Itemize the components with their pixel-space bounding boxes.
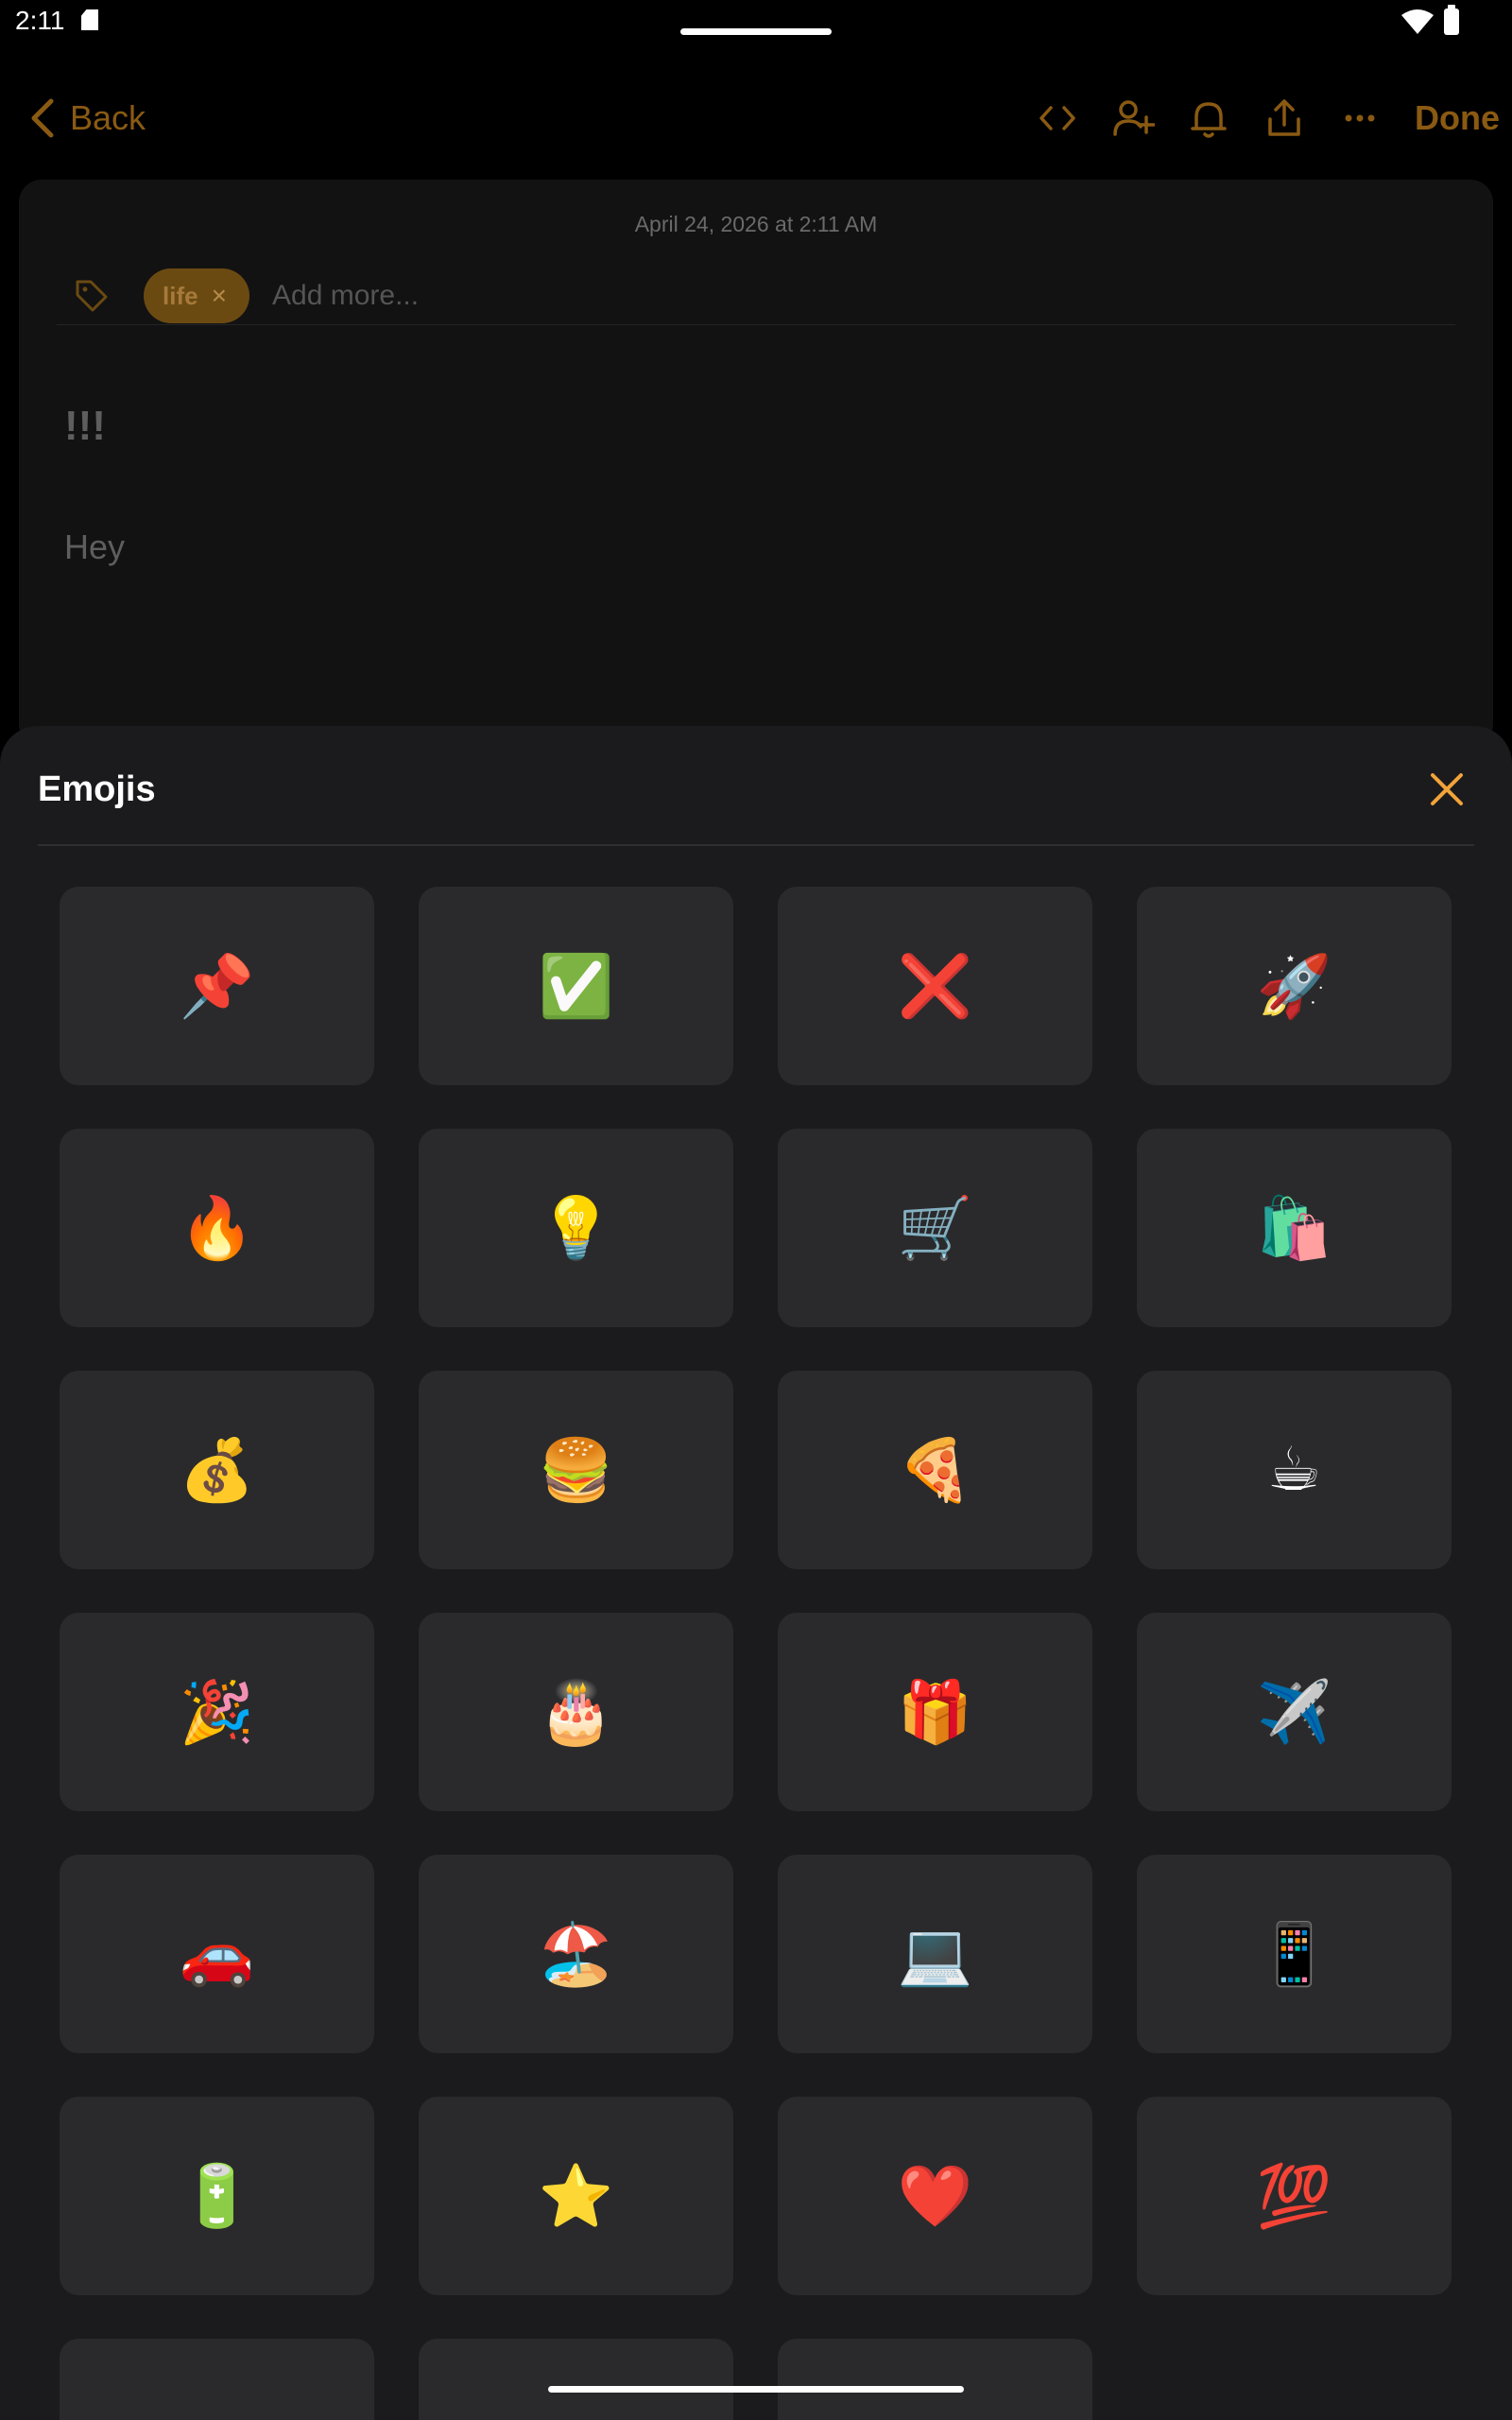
emoji-cell[interactable]: ✈️ — [1137, 1613, 1452, 1811]
wifi-icon — [1401, 9, 1434, 34]
back-label: Back — [70, 98, 146, 137]
emoji-cell[interactable]: ⭐ — [419, 2097, 733, 2295]
emoji-cell[interactable]: ✅ — [419, 887, 733, 1085]
emoji-cell[interactable]: 🍕 — [778, 1371, 1092, 1569]
done-button[interactable]: Done — [1415, 98, 1500, 138]
emoji-cell[interactable]: 💻 — [778, 1855, 1092, 2053]
emoji-cell[interactable]: 🎁 — [778, 1613, 1092, 1811]
emoji-cell[interactable]: 💡 — [419, 1129, 733, 1327]
emoji-cell[interactable]: ☕ — [1137, 1371, 1452, 1569]
home-indicator[interactable] — [548, 2386, 964, 2393]
note-toolbar: Back Done — [0, 85, 1512, 151]
share-icon[interactable] — [1263, 96, 1306, 140]
emoji-sheet: Emojis 📌 ✅ ❌ 🚀 🔥 💡 🛒 🛍️ 💰 🍔 🍕 ☕ 🎉 🎂 🎁 ✈️… — [0, 726, 1512, 2420]
emoji-cell[interactable]: 📌 — [60, 887, 374, 1085]
emoji-cell[interactable]: 🛒 — [778, 1129, 1092, 1327]
emoji-cell[interactable]: 🔋 — [60, 2097, 374, 2295]
note-date: April 24, 2026 at 2:11 AM — [634, 212, 878, 236]
emoji-grid: 📌 ✅ ❌ 🚀 🔥 💡 🛒 🛍️ 💰 🍔 🍕 ☕ 🎉 🎂 🎁 ✈️ 🚗 🏖️ 💻… — [60, 887, 1452, 2420]
emoji-cell[interactable]: 💰 — [60, 1371, 374, 1569]
tag-label: life — [163, 281, 198, 310]
battery-icon — [1444, 5, 1459, 35]
add-person-icon[interactable] — [1111, 96, 1155, 140]
add-tag-input[interactable]: Add more... — [272, 280, 419, 312]
back-button[interactable]: Back — [28, 95, 146, 142]
emoji-cell[interactable] — [60, 2339, 374, 2420]
emoji-cell[interactable]: 🛍️ — [1137, 1129, 1452, 1327]
status-bar: 2:11 — [0, 0, 1512, 47]
emoji-cell[interactable] — [778, 2339, 1092, 2420]
emoji-cell[interactable]: 🎂 — [419, 1613, 733, 1811]
more-icon[interactable] — [1338, 96, 1382, 140]
sd-card-icon — [81, 9, 98, 30]
close-icon[interactable] — [1427, 769, 1467, 809]
bell-icon[interactable] — [1187, 96, 1230, 140]
emoji-cell[interactable]: 🎉 — [60, 1613, 374, 1811]
emoji-cell[interactable]: ❤️ — [778, 2097, 1092, 2295]
emoji-cell[interactable] — [419, 2339, 733, 2420]
emoji-cell[interactable]: 📱 — [1137, 1855, 1452, 2053]
sheet-title: Emojis — [38, 769, 156, 809]
emoji-cell[interactable]: 💯 — [1137, 2097, 1452, 2295]
status-time: 2:11 — [15, 6, 65, 35]
emoji-cell[interactable]: 🚗 — [60, 1855, 374, 2053]
emoji-cell[interactable]: 🏖️ — [419, 1855, 733, 2053]
emoji-cell[interactable]: ❌ — [778, 887, 1092, 1085]
remove-tag-icon[interactable]: × — [212, 281, 227, 311]
note-card: April 24, 2026 at 2:11 AM life × Add mor… — [19, 180, 1493, 747]
window-grab-handle[interactable] — [680, 28, 832, 35]
sheet-divider — [38, 844, 1474, 846]
emoji-cell[interactable]: 🍔 — [419, 1371, 733, 1569]
code-icon[interactable] — [1036, 96, 1079, 140]
note-priority[interactable]: !!! — [64, 403, 106, 450]
note-body[interactable]: Hey — [64, 527, 125, 567]
chevron-left-icon — [31, 98, 54, 138]
tag-chip-life[interactable]: life × — [144, 268, 249, 323]
emoji-cell[interactable]: 🔥 — [60, 1129, 374, 1327]
tag-row: life × Add more... — [57, 268, 1455, 325]
emoji-cell[interactable]: 🚀 — [1137, 887, 1452, 1085]
tag-icon — [76, 280, 108, 312]
